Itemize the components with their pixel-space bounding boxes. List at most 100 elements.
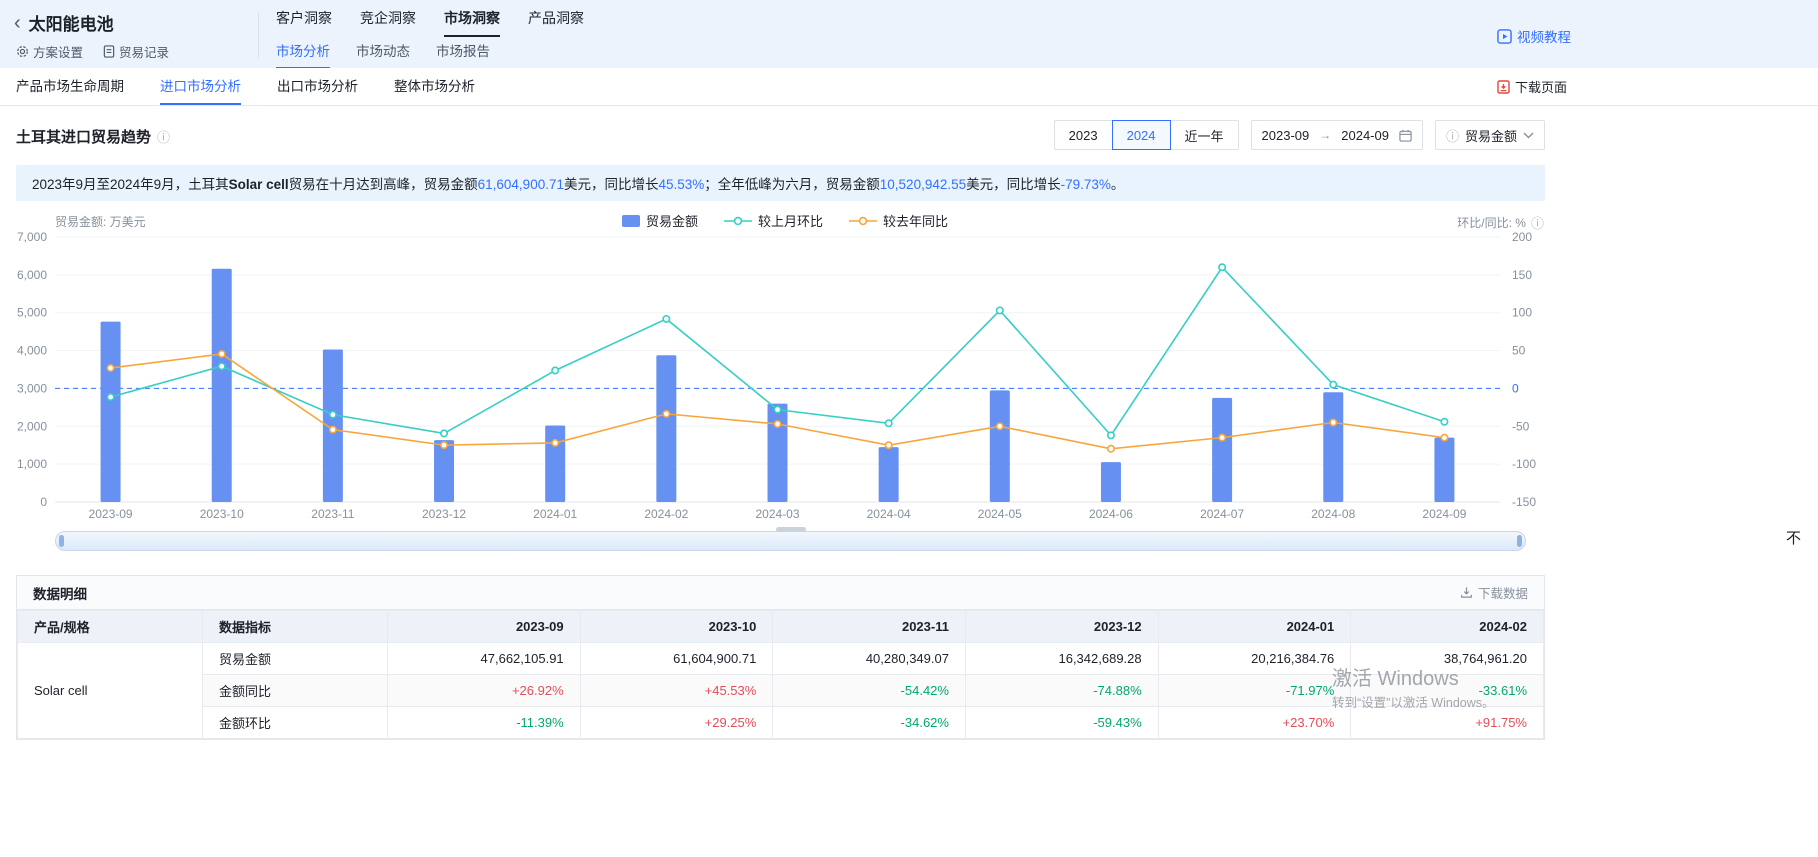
data-detail-title: 数据明细	[33, 583, 87, 603]
banner-segment: 10,520,942.55	[880, 177, 966, 192]
datazoom-right-handle[interactable]	[1517, 535, 1522, 547]
gear-icon	[16, 45, 29, 58]
trend-chart-svg[interactable]: 01,0002,0003,0004,0005,0006,0007,000-150…	[0, 205, 1570, 531]
value-cell: +26.92%	[388, 675, 581, 707]
col-header-2024-02: 2024-02	[1351, 611, 1544, 643]
main-tab-客户洞察[interactable]: 客户洞察	[276, 8, 332, 37]
svg-text:2024-01: 2024-01	[533, 507, 577, 521]
main-tab-产品洞察[interactable]: 产品洞察	[528, 8, 584, 37]
nav-item-出口市场分析[interactable]: 出口市场分析	[277, 68, 358, 105]
svg-text:6,000: 6,000	[17, 268, 47, 282]
banner-segment: ；全年低峰为六月，贸易金额	[704, 177, 880, 192]
chart-datazoom-slider[interactable]	[55, 531, 1526, 551]
svg-text:2024-09: 2024-09	[1422, 507, 1466, 521]
trend-summary-banner: 2023年9月至2024年9月，土耳其Solar cell贸易在十月达到高峰，贸…	[16, 165, 1545, 201]
trend-section-title: 土耳其进口贸易趋势 ⓘ	[16, 126, 170, 147]
value-cell: -33.61%	[1351, 675, 1544, 707]
svg-text:2024-06: 2024-06	[1089, 507, 1133, 521]
video-play-icon	[1497, 29, 1512, 44]
banner-segment: 61,604,900.71	[478, 177, 564, 192]
trade-records-label: 贸易记录	[119, 42, 169, 61]
value-cell: +91.75%	[1351, 707, 1544, 739]
col-header-2024-01: 2024-01	[1158, 611, 1351, 643]
download-data-icon	[1460, 586, 1473, 599]
value-cell: 38,764,961.20	[1351, 643, 1544, 675]
banner-segment: -79.73%	[1061, 177, 1111, 192]
back-icon[interactable]: ‹	[14, 14, 21, 32]
trend-banner-text: 2023年9月至2024年9月，土耳其Solar cell贸易在十月达到高峰，贸…	[32, 173, 1124, 193]
value-cell: +29.25%	[580, 707, 773, 739]
sub-tab-市场报告[interactable]: 市场报告	[436, 40, 490, 69]
svg-text:0: 0	[40, 495, 47, 509]
secondary-nav: 产品市场生命周期进口市场分析出口市场分析整体市场分析 下载页面	[0, 68, 1818, 106]
value-cell: -71.97%	[1158, 675, 1351, 707]
svg-text:2024-02: 2024-02	[644, 507, 688, 521]
svg-text:-50: -50	[1512, 419, 1530, 433]
title-actions: 方案设置 贸易记录	[16, 42, 169, 61]
value-cell: 47,662,105.91	[388, 643, 581, 675]
range-button-近一年[interactable]: 近一年	[1170, 120, 1239, 150]
value-cell: -34.62%	[773, 707, 966, 739]
svg-text:3,000: 3,000	[17, 381, 47, 395]
range-button-2023[interactable]: 2023	[1054, 120, 1113, 150]
svg-text:2024-03: 2024-03	[755, 507, 799, 521]
nav-item-整体市场分析[interactable]: 整体市场分析	[394, 68, 475, 105]
metric-cell: 贸易金额	[203, 643, 388, 675]
document-icon	[103, 45, 115, 58]
main-tab-竞企洞察[interactable]: 竞企洞察	[360, 8, 416, 37]
svg-text:2,000: 2,000	[17, 419, 47, 433]
trade-records-button[interactable]: 贸易记录	[103, 42, 169, 61]
range-button-group: 20232024近一年	[1054, 120, 1239, 150]
metric-dropdown[interactable]: ⓘ 贸易金额	[1435, 120, 1545, 150]
value-cell: 16,342,689.28	[965, 643, 1158, 675]
svg-text:2023-12: 2023-12	[422, 507, 466, 521]
secondary-nav-items: 产品市场生命周期进口市场分析出口市场分析整体市场分析	[16, 68, 475, 105]
svg-text:4,000: 4,000	[17, 344, 47, 358]
svg-text:2024-07: 2024-07	[1200, 507, 1244, 521]
trend-title-text: 土耳其进口贸易趋势	[16, 126, 151, 147]
svg-text:2024-04: 2024-04	[867, 507, 911, 521]
video-tutorial-button[interactable]: 视频教程	[1497, 26, 1571, 46]
svg-text:2024-08: 2024-08	[1311, 507, 1355, 521]
range-button-2024[interactable]: 2024	[1112, 120, 1171, 150]
svg-text:0: 0	[1512, 381, 1519, 395]
trend-controls: 20232024近一年 2023-09 → 2024-09 ⓘ 贸易金额	[1054, 120, 1545, 150]
svg-text:200: 200	[1512, 230, 1532, 244]
col-header-metric: 数据指标	[203, 611, 388, 643]
svg-text:50: 50	[1512, 344, 1526, 358]
metric-dropdown-value: 贸易金额	[1465, 126, 1517, 145]
download-page-button[interactable]: 下载页面	[1497, 68, 1567, 105]
banner-segment: 贸易在十月达到高峰，贸易金额	[289, 177, 478, 192]
nav-item-进口市场分析[interactable]: 进口市场分析	[160, 68, 241, 105]
value-cell: -54.42%	[773, 675, 966, 707]
banner-segment: Solar cell	[229, 177, 289, 192]
page-title: 太阳能电池	[29, 10, 114, 35]
download-page-label: 下载页面	[1515, 77, 1567, 96]
header-divider	[258, 12, 259, 58]
date-to: 2024-09	[1341, 128, 1389, 143]
table-row: 金额环比-11.39%+29.25%-34.62%-59.43%+23.70%+…	[18, 707, 1544, 739]
value-cell: -59.43%	[965, 707, 1158, 739]
datazoom-grip[interactable]	[776, 527, 806, 532]
top-header-bar: ‹ 太阳能电池 方案设置 贸易记录 客户洞察竞企洞察市场洞察产品洞察 市场分析市…	[0, 0, 1818, 68]
banner-segment: 美元，同比增长	[966, 177, 1061, 192]
plan-settings-label: 方案设置	[33, 42, 83, 61]
banner-segment: 45.53%	[658, 177, 704, 192]
sub-tab-市场分析[interactable]: 市场分析	[276, 40, 330, 69]
info-icon[interactable]: ⓘ	[157, 127, 170, 146]
svg-text:2023-09: 2023-09	[89, 507, 133, 521]
arrow-right-icon: →	[1319, 128, 1331, 142]
nav-item-产品市场生命周期[interactable]: 产品市场生命周期	[16, 68, 124, 105]
main-tab-市场洞察[interactable]: 市场洞察	[444, 8, 500, 37]
col-header-2023-10: 2023-10	[580, 611, 773, 643]
sub-tab-市场动态[interactable]: 市场动态	[356, 40, 410, 69]
value-cell: 20,216,384.76	[1158, 643, 1351, 675]
download-data-button[interactable]: 下载数据	[1460, 583, 1528, 602]
date-range-picker[interactable]: 2023-09 → 2024-09	[1251, 120, 1423, 150]
svg-text:5,000: 5,000	[17, 306, 47, 320]
datazoom-left-handle[interactable]	[59, 535, 64, 547]
svg-text:2023-10: 2023-10	[200, 507, 244, 521]
banner-segment: 。	[1111, 177, 1125, 192]
plan-settings-button[interactable]: 方案设置	[16, 42, 83, 61]
detail-table-body: Solar cell贸易金额47,662,105.9161,604,900.71…	[18, 643, 1544, 739]
